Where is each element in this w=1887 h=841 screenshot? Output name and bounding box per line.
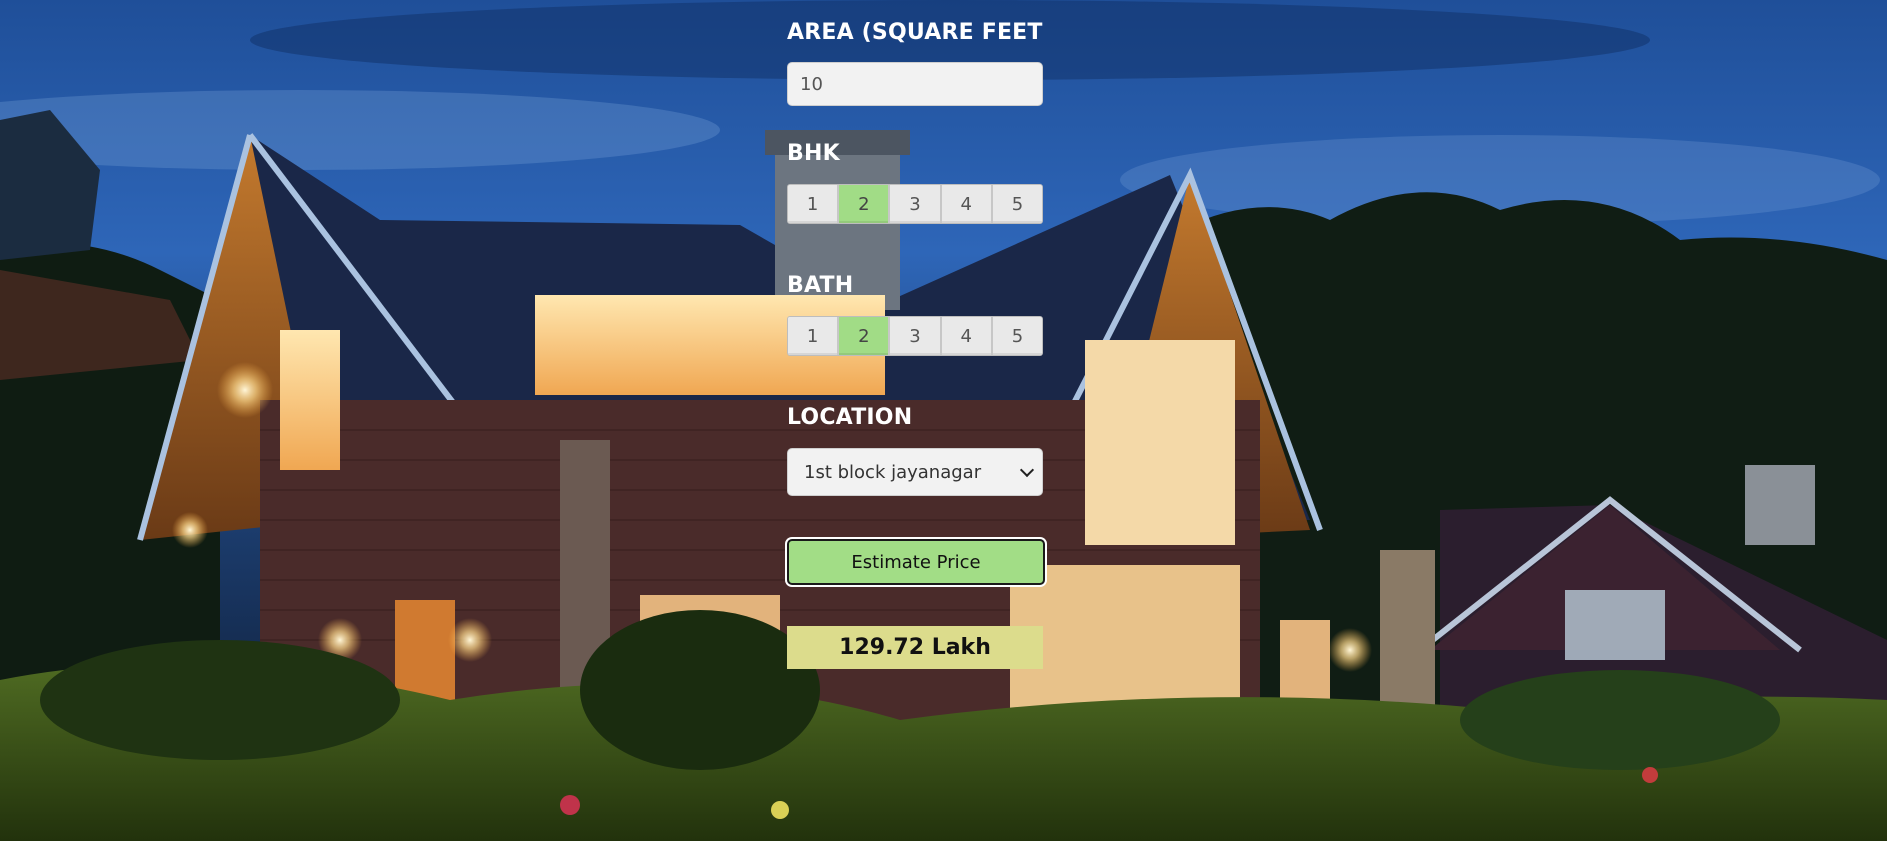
location-select[interactable]: 1st block jayanagar [787, 448, 1043, 496]
background-house-image [0, 0, 1887, 841]
estimated-price-result: 129.72 Lakh [787, 626, 1043, 669]
bhk-option-5[interactable]: 5 [992, 185, 1042, 223]
location-label: LOCATION [787, 405, 913, 430]
bath-option-3[interactable]: 3 [890, 317, 942, 355]
bath-option-1[interactable]: 1 [788, 317, 840, 355]
bhk-option-4[interactable]: 4 [941, 185, 993, 223]
chevron-down-icon [1019, 462, 1035, 477]
bhk-option-1[interactable]: 1 [788, 185, 840, 223]
bhk-label: BHK [787, 141, 840, 166]
bath-option-4[interactable]: 4 [941, 317, 993, 355]
area-input[interactable] [787, 62, 1043, 106]
bath-option-5[interactable]: 5 [992, 317, 1042, 355]
bhk-option-3[interactable]: 3 [890, 185, 942, 223]
bhk-option-2[interactable]: 2 [839, 185, 891, 223]
bath-option-2[interactable]: 2 [839, 317, 891, 355]
location-selected-value: 1st block jayanagar [804, 461, 982, 483]
bhk-selector: 1 2 3 4 5 [787, 184, 1043, 224]
estimate-price-button[interactable]: Estimate Price [787, 539, 1045, 585]
area-label: AREA (SQUARE FEET [787, 20, 1043, 45]
bath-selector: 1 2 3 4 5 [787, 316, 1043, 356]
bath-label: BATH [787, 273, 854, 298]
